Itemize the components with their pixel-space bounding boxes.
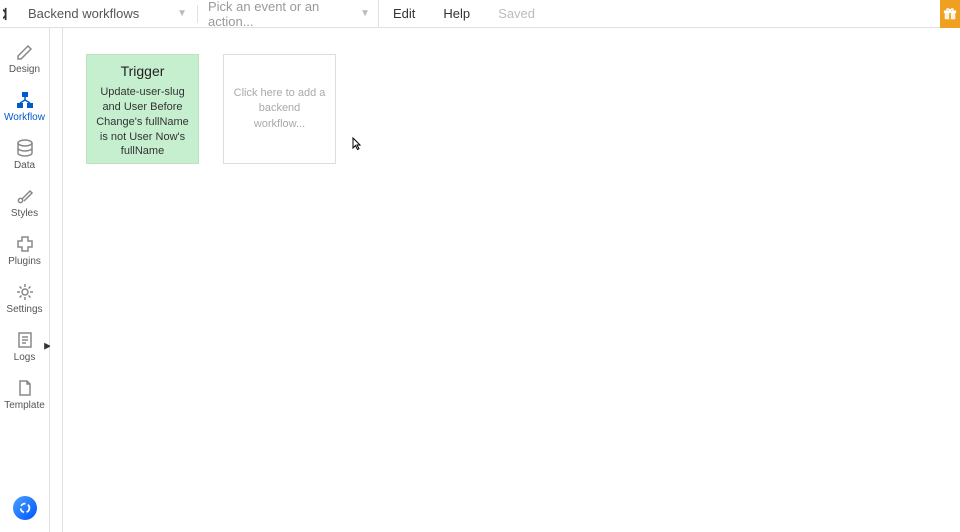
page-dropdown-label: Backend workflows (28, 6, 139, 21)
sidebar: Design Workflow Data Styles Plugins Sett… (0, 28, 50, 532)
sidebar-label: Styles (11, 208, 38, 219)
sidebar-item-workflow[interactable]: Workflow (0, 82, 49, 130)
sidebar-label: Design (9, 64, 40, 75)
sidebar-label: Logs (14, 352, 36, 363)
bubble-logo[interactable] (0, 0, 20, 28)
workflow-canvas[interactable]: Trigger Update-user-slug and User Before… (50, 28, 960, 532)
bubble-badge-icon[interactable] (13, 496, 37, 520)
edit-menu[interactable]: Edit (379, 0, 429, 28)
database-icon (15, 138, 35, 158)
page-dropdown[interactable]: Backend workflows ▼ (20, 0, 195, 28)
sidebar-item-data[interactable]: Data (0, 130, 49, 178)
help-label: Help (443, 6, 470, 21)
gear-icon (15, 282, 35, 302)
topbar: Backend workflows ▼ Pick an event or an … (0, 0, 960, 28)
workflow-icon (15, 90, 35, 110)
sidebar-item-design[interactable]: Design (0, 34, 49, 82)
plugin-icon (15, 234, 35, 254)
saved-label: Saved (498, 6, 535, 21)
add-workflow-label: Click here to add a backend workflow... (232, 86, 327, 132)
help-menu[interactable]: Help (429, 0, 484, 28)
template-icon (15, 378, 35, 398)
cursor-pointer-icon (349, 136, 365, 152)
sidebar-label: Settings (6, 304, 42, 315)
sidebar-label: Plugins (8, 256, 41, 267)
chevron-down-icon: ▼ (177, 8, 187, 19)
gift-icon[interactable] (940, 0, 960, 28)
sidebar-item-template[interactable]: Template (0, 370, 49, 418)
sidebar-label: Template (4, 400, 45, 411)
action-dropdown[interactable]: Pick an event or an action... ▼ (200, 0, 378, 28)
edit-label: Edit (393, 6, 415, 21)
spacer (0, 418, 49, 496)
main: Design Workflow Data Styles Plugins Sett… (0, 28, 960, 532)
sidebar-item-plugins[interactable]: Plugins (0, 226, 49, 274)
trigger-title: Trigger (121, 63, 165, 79)
sidebar-item-styles[interactable]: Styles (0, 178, 49, 226)
chevron-down-icon: ▼ (360, 8, 370, 19)
saved-status: Saved (484, 0, 549, 28)
sidebar-item-logs[interactable]: Logs ▶ (0, 322, 49, 370)
sidebar-item-settings[interactable]: Settings (0, 274, 49, 322)
sidebar-label: Workflow (4, 112, 45, 123)
brush-icon (15, 186, 35, 206)
pencil-icon (15, 42, 35, 62)
action-dropdown-label: Pick an event or an action... (208, 0, 360, 29)
trigger-body: Update-user-slug and User Before Change'… (93, 85, 192, 159)
add-workflow-card[interactable]: Click here to add a backend workflow... (223, 54, 336, 164)
trigger-card[interactable]: Trigger Update-user-slug and User Before… (86, 54, 199, 164)
divider (197, 5, 198, 23)
sidebar-label: Data (14, 160, 35, 171)
canvas-guide (62, 28, 63, 532)
logs-icon (15, 330, 35, 350)
cards-row: Trigger Update-user-slug and User Before… (86, 54, 336, 164)
